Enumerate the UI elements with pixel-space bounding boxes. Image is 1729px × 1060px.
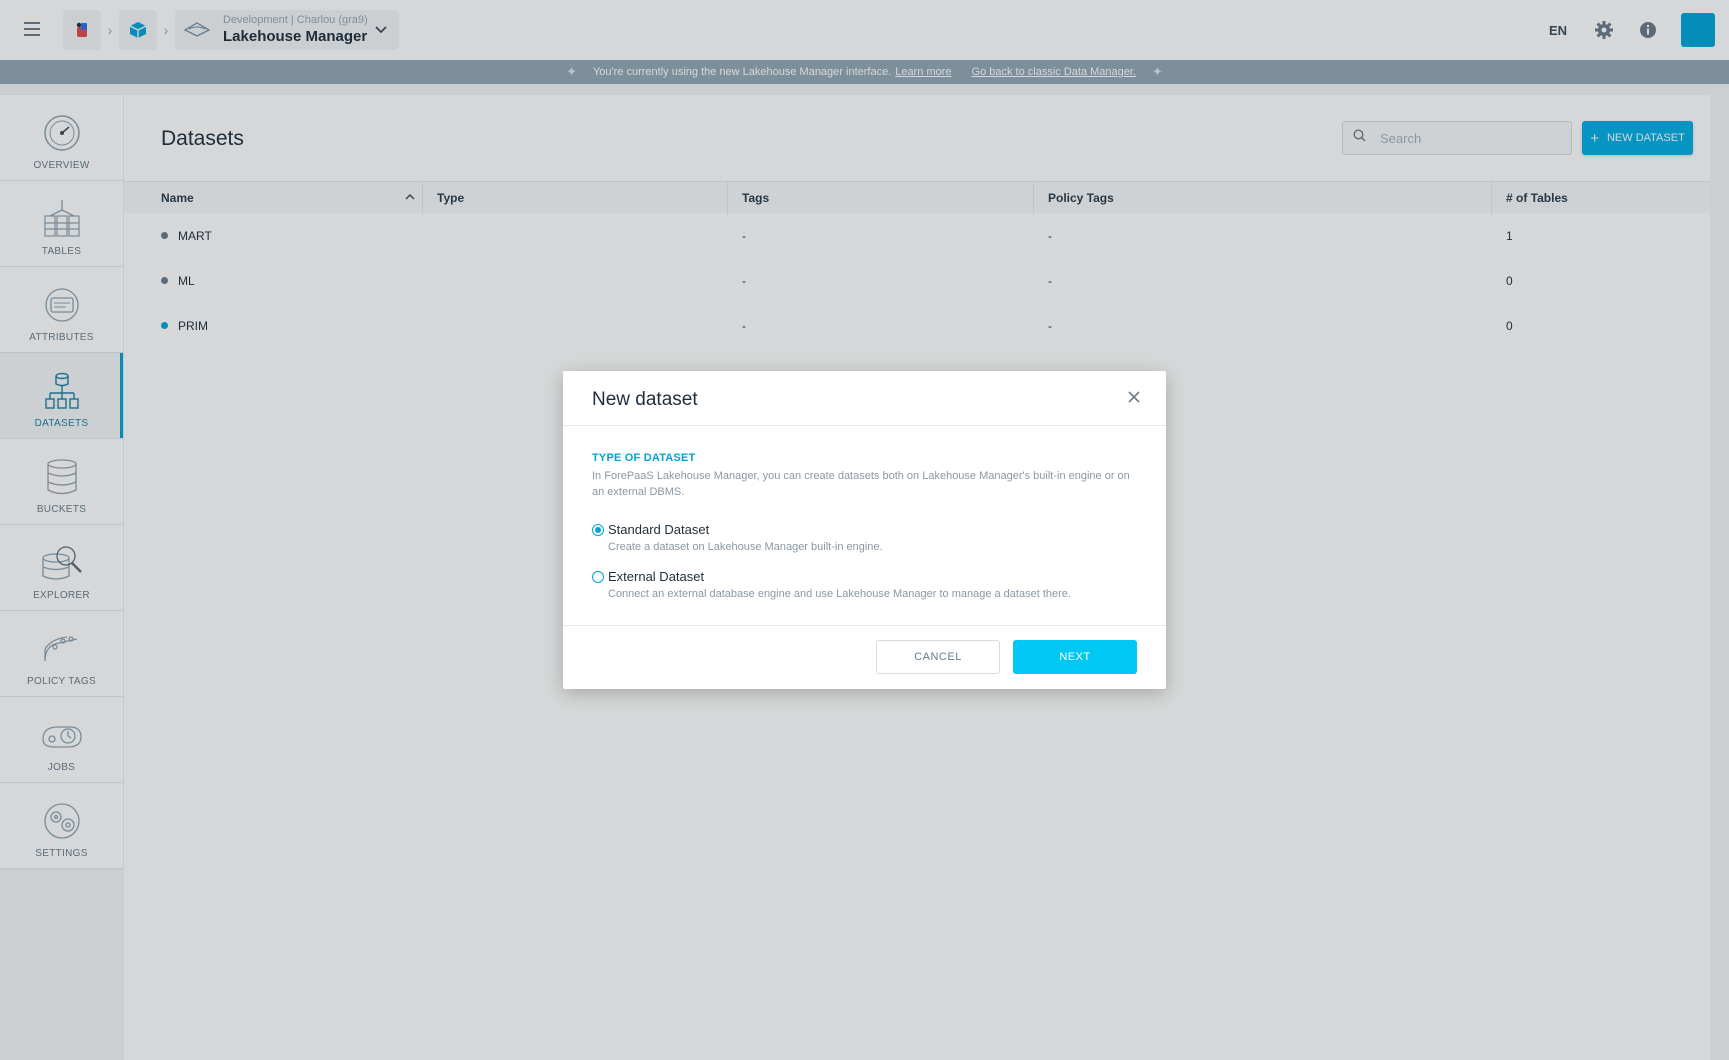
modal-header: New dataset [563,371,1166,426]
radio-unselected[interactable] [592,570,604,583]
option-label: Standard Dataset [608,522,710,537]
option-standard-dataset[interactable]: Standard Dataset Create a dataset on Lak… [592,522,1137,553]
section-description: In ForePaaS Lakehouse Manager, you can c… [592,470,1130,498]
close-icon[interactable] [1126,389,1144,407]
modal-footer: CANCEL NEXT [563,625,1166,689]
next-button[interactable]: NEXT [1013,640,1137,674]
option-description: Connect an external database engine and … [608,588,1071,600]
option-label: External Dataset [608,569,705,584]
modal-title: New dataset [592,389,698,410]
new-dataset-modal: New dataset TYPE OF DATASET In ForePaaS … [563,371,1166,689]
option-description: Create a dataset on Lakehouse Manager bu… [608,541,883,553]
option-external-dataset[interactable]: External Dataset Connect an external dat… [592,569,1137,600]
modal-body: TYPE OF DATASET In ForePaaS Lakehouse Ma… [563,426,1166,600]
section-title: TYPE OF DATASET [592,452,696,464]
cancel-button[interactable]: CANCEL [876,640,1000,674]
radio-selected[interactable] [592,523,604,536]
